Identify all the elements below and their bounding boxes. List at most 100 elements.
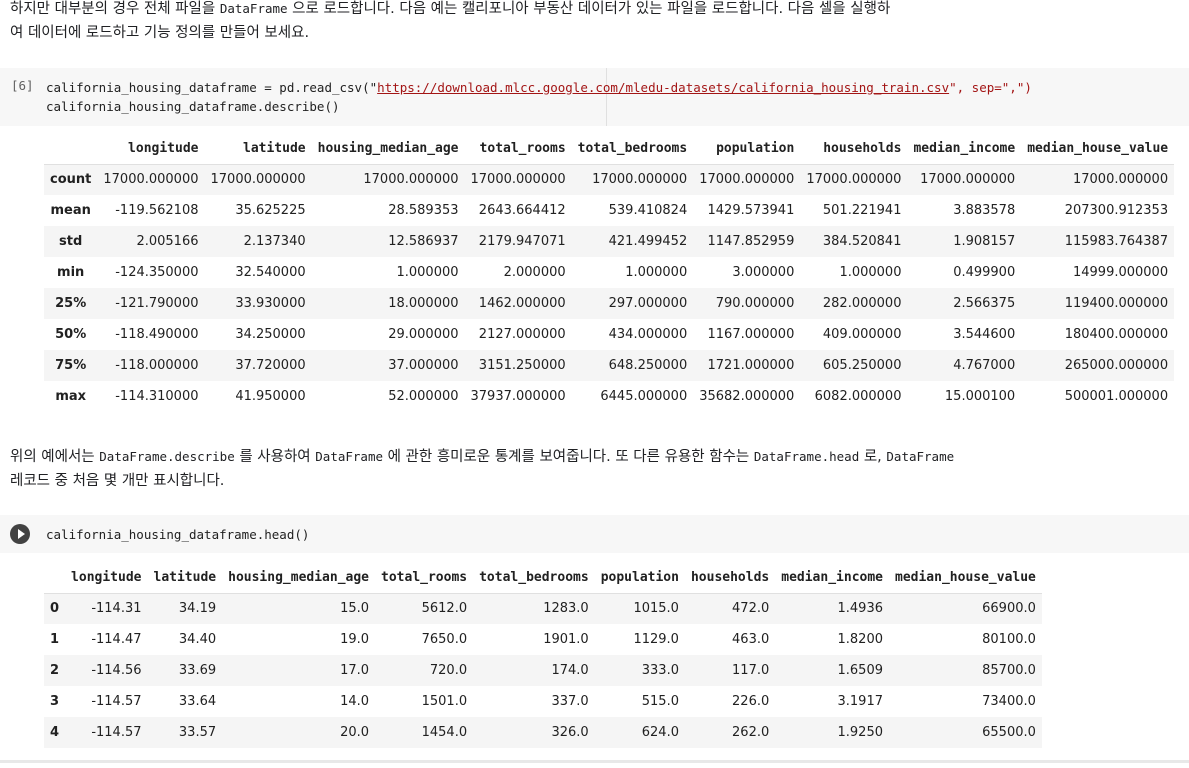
table-cell: 6445.000000 (600, 389, 688, 404)
row-label: min (57, 265, 85, 280)
table-cell: 409.000000 (822, 327, 902, 342)
table-cell: 6082.000000 (814, 389, 902, 404)
index-header (44, 563, 65, 593)
table-cell: 3.883578 (953, 203, 1016, 218)
table-cell: 2.005166 (136, 234, 199, 249)
markdown-line: 하지만 대부분의 경우 전체 파일을 DataFrame 으로 로드합니다. 다… (10, 0, 1110, 21)
column-header: total_bedrooms (479, 570, 589, 586)
table-row: 50% -118.490000 34.250000 29.000000 2127.000… (44, 319, 1174, 350)
column-header: population (600, 570, 679, 586)
cell-bottom-border (0, 760, 1189, 763)
table-cell: 605.250000 (822, 358, 902, 373)
table-cell: 2179.947071 (478, 234, 566, 249)
table-cell: 34.40 (178, 632, 217, 647)
code-editor[interactable]: california_housing_dataframe.head() (46, 525, 309, 544)
table-cell: 66900.0 (982, 601, 1036, 617)
table-cell: 65500.0 (982, 725, 1036, 740)
table-cell: 207300.912353 (1064, 203, 1169, 218)
table-cell: 28.589353 (388, 203, 459, 218)
table-cell: 262.0 (732, 725, 770, 740)
table-cell: 1129.0 (633, 632, 679, 647)
code-text: ", sep=",") (949, 80, 1032, 95)
table-cell: 648.250000 (608, 358, 688, 373)
table-cell: 720.0 (429, 663, 468, 678)
index-header (44, 134, 97, 164)
table-cell: 20.0 (340, 725, 370, 740)
table-cell: 37937.000000 (470, 389, 566, 404)
table-cell: 15.0 (340, 601, 370, 617)
table-cell: 29.000000 (388, 327, 459, 342)
column-header: longitude (71, 570, 142, 586)
code-cell-describe[interactable]: [6] california_housing_dataframe = pd.re… (0, 68, 1189, 126)
table-cell: 1.8200 (837, 632, 884, 647)
play-icon[interactable] (10, 524, 30, 544)
table-cell: 515.0 (641, 694, 679, 709)
table-row: max -114.310000 41.950000 52.000000 37937.00… (44, 381, 1174, 412)
code-cell-head[interactable]: california_housing_dataframe.head() (0, 515, 1189, 553)
column-header: total_rooms (381, 570, 468, 586)
table-cell: 1147.852959 (707, 234, 795, 249)
table-cell: 115983.764387 (1064, 234, 1169, 249)
table-cell: 32.540000 (235, 265, 306, 280)
table-cell: 1.4936 (837, 601, 884, 617)
table-cell: 384.520841 (822, 234, 902, 249)
table-cell: 35682.000000 (699, 389, 795, 404)
table-body: 0 -114.31 34.19 15.0 5612.0 1283.0 1015.0 472.0… (44, 593, 1042, 748)
table-cell: 265000.000000 (1064, 358, 1169, 373)
table-row: mean -119.562108 35.625225 28.589353 2643.66… (44, 195, 1174, 226)
head-output-table: longitude latitude housing_median_age total… (44, 563, 1042, 748)
table-cell: 1.000000 (625, 265, 688, 280)
inline-code: DataFrame.head (753, 449, 860, 464)
url-link[interactable]: https://download.mlcc.google.com/mledu-d… (377, 80, 949, 95)
markdown-cell-explanation: 위의 예에서는 DataFrame.describe 를 사용하여 DataFr… (10, 445, 1110, 493)
table-cell: 3.000000 (732, 265, 795, 280)
row-label: count (50, 172, 92, 188)
table-cell: 2.566375 (953, 296, 1016, 311)
column-header: latitude (243, 141, 306, 157)
inline-code: DataFrame (315, 449, 383, 464)
code-line: california_housing_dataframe.describe() (46, 99, 340, 114)
markdown-cell-intro: 하지만 대부분의 경우 전체 파일을 DataFrame 으로 로드합니다. 다… (10, 0, 1110, 45)
table-cell: 1721.000000 (707, 358, 795, 373)
column-header: longitude (128, 141, 199, 157)
table-cell: 501.221941 (822, 203, 902, 218)
column-header: population (716, 141, 795, 157)
table-body: count 17000.000000 17000.000000 17000.00000… (44, 164, 1175, 412)
table-cell: 19.0 (340, 632, 370, 647)
table-row: min -124.350000 32.540000 1.000000 2.000000 1… (44, 257, 1174, 288)
table-row: 3 -114.57 33.64 14.0 1501.0 337.0 515.0 226.0 3.… (44, 686, 1042, 717)
table-cell: 17000.000000 (103, 172, 199, 188)
table-cell: 52.000000 (388, 389, 459, 404)
table-cell: 35.625225 (235, 203, 306, 218)
markdown-line: 레코드 중 처음 몇 개만 표시합니다. (10, 473, 225, 489)
table-cell: 333.0 (641, 663, 679, 678)
table-cell: 539.410824 (608, 203, 688, 218)
text-span: 에 관한 흥미로운 통계를 보여줍니다. 또 다른 유용한 함수는 (383, 449, 754, 465)
table-cell: 2.000000 (503, 265, 566, 280)
table-cell: 282.000000 (822, 296, 902, 311)
table-cell: 33.69 (178, 663, 217, 678)
table-cell: -121.790000 (115, 296, 199, 311)
row-label: 75% (55, 358, 87, 373)
table-cell: 117.0 (732, 663, 770, 678)
row-label: 4 (50, 725, 60, 740)
column-header: median_income (781, 570, 883, 586)
table-cell: 1429.573941 (707, 203, 795, 218)
table-cell: 1454.0 (421, 725, 468, 740)
column-header: households (690, 570, 770, 586)
table-cell: -114.56 (91, 663, 142, 678)
table-cell: 1.000000 (396, 265, 459, 280)
table-cell: 1.9250 (837, 725, 884, 740)
table-cell: 1015.0 (633, 601, 679, 617)
table-cell: 1901.0 (543, 632, 589, 647)
code-editor[interactable]: california_housing_dataframe = pd.read_c… (46, 78, 1032, 116)
column-header: housing_median_age (228, 570, 370, 586)
table-cell: 1.908157 (953, 234, 1016, 249)
table-cell: 1.6509 (837, 663, 884, 678)
table-cell: 85700.0 (982, 663, 1036, 678)
table-cell: 17000.000000 (920, 172, 1016, 188)
table-row: 2 -114.56 33.69 17.0 720.0 174.0 333.0 117.0 1.6… (44, 655, 1042, 686)
row-label: 25% (55, 296, 87, 311)
table-cell: 17000.000000 (592, 172, 688, 188)
column-header: median_house_value (895, 570, 1036, 586)
